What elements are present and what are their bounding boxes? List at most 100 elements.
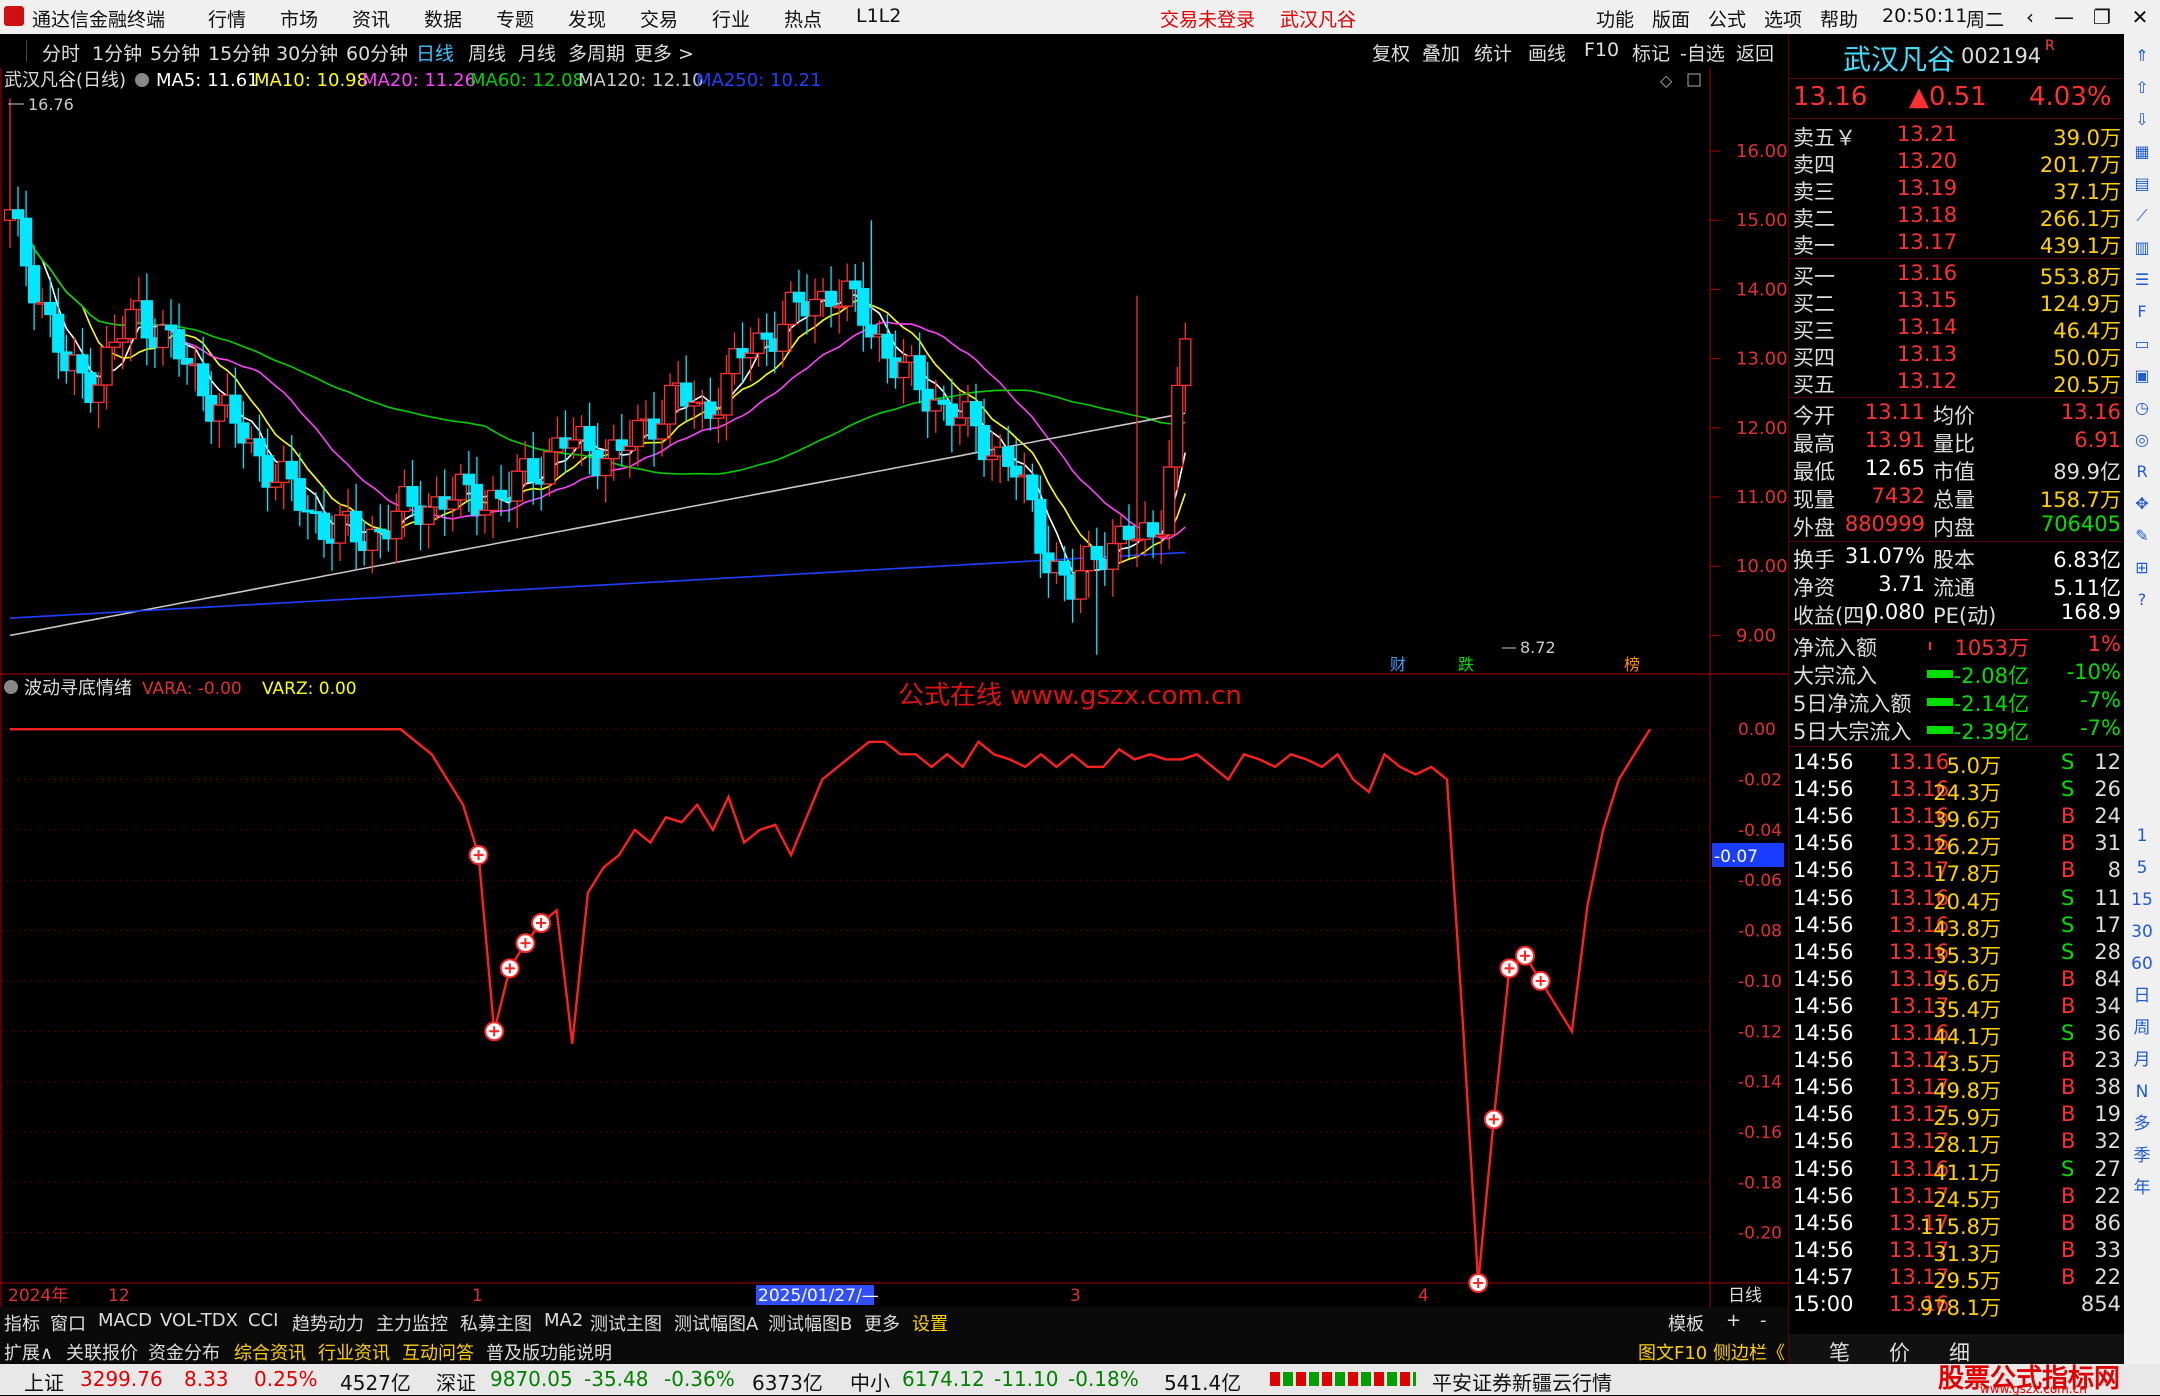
clock-icon[interactable]: ◷ (2130, 396, 2154, 420)
f10-icon[interactable]: F (2130, 300, 2154, 324)
sidebar-toggle[interactable]: 图文F10 侧边栏《 (1638, 1339, 1785, 1365)
sz-index-label[interactable]: 深证 (436, 1367, 476, 1396)
tab-test-b[interactable]: 测试幅图B (768, 1310, 852, 1336)
event-marker-rank[interactable]: 榜 (1624, 655, 1640, 674)
zx-index-label[interactable]: 中小 (850, 1367, 890, 1396)
minimize-icon[interactable]: — (2044, 2, 2084, 32)
period-shortcut[interactable]: 年 (2130, 1176, 2154, 1200)
tab-window[interactable]: 窗口 (50, 1310, 86, 1336)
menu-trade[interactable]: 交易 (640, 5, 678, 32)
action-stats[interactable]: 统计 (1474, 39, 1512, 66)
tab-qa[interactable]: 互动问答 (402, 1339, 474, 1365)
tab-macd[interactable]: MACD (98, 1310, 152, 1331)
more-tab[interactable]: 更多 > (634, 39, 694, 66)
tab-more[interactable]: 更多 (864, 1310, 900, 1336)
tab-prices[interactable]: 价 (1889, 1337, 1910, 1367)
menu-market[interactable]: 市场 (280, 5, 318, 32)
fs-icon[interactable]: ▣ (2130, 364, 2154, 388)
tab-remove[interactable]: - (1760, 1310, 1767, 1331)
menu-formula[interactable]: 公式 (1708, 5, 1746, 32)
login-status[interactable]: 交易未登录 (1160, 5, 1255, 32)
menu-data[interactable]: 数据 (424, 5, 462, 32)
period-shortcut[interactable]: 月 (2130, 1048, 2154, 1072)
menu-industry[interactable]: 行业 (712, 5, 750, 32)
restore-icon[interactable]: ❐ (2082, 2, 2122, 32)
menu-news[interactable]: 资讯 (352, 5, 390, 32)
up-icon[interactable]: ⇧ (2130, 76, 2154, 100)
menu-quote[interactable]: 行情 (208, 5, 246, 32)
tab-trades[interactable]: 笔 (1829, 1337, 1850, 1367)
period-tab[interactable]: 60分钟 (346, 39, 408, 66)
action-back[interactable]: 返回 (1736, 39, 1774, 66)
pen-icon[interactable]: ✎ (2130, 524, 2154, 548)
tab-ma2[interactable]: MA2 (544, 1310, 583, 1331)
tab-test-main[interactable]: 测试主图 (590, 1310, 662, 1336)
period-tab[interactable]: 月线 (518, 39, 556, 66)
table-icon[interactable]: ▤ (2130, 172, 2154, 196)
period-shortcut[interactable]: N (2130, 1080, 2154, 1104)
tab-add[interactable]: + (1726, 1310, 1741, 1331)
indicator-toggle-icon[interactable] (4, 680, 18, 694)
event-marker-drop[interactable]: 跌 (1458, 655, 1474, 674)
tab-capital[interactable]: 资金分布 (148, 1339, 220, 1365)
axis-mode-label[interactable]: 日线 (1728, 1286, 1762, 1306)
tab-trend[interactable]: 趋势动力 (292, 1310, 364, 1336)
tab-private[interactable]: 私募主图 (460, 1310, 532, 1336)
menu-discover[interactable]: 发现 (568, 5, 606, 32)
period-shortcut[interactable]: 多 (2130, 1112, 2154, 1136)
tab-test-a[interactable]: 测试幅图A (674, 1310, 758, 1336)
period-tab[interactable]: 30分钟 (276, 39, 338, 66)
tab-settings[interactable]: 设置 (912, 1310, 948, 1336)
action-overlay[interactable]: 叠加 (1422, 39, 1460, 66)
bar-chart-icon[interactable]: ▥ (2130, 236, 2154, 260)
line-chart-icon[interactable]: ⟋ (2130, 204, 2154, 228)
action-f10[interactable]: F10 (1584, 39, 1619, 61)
menu-hot[interactable]: 热点 (784, 5, 822, 32)
period-shortcut[interactable]: 日 (2130, 984, 2154, 1008)
tab-industry-news[interactable]: 行业资讯 (318, 1339, 390, 1365)
action-restore-rights[interactable]: 复权 (1372, 39, 1410, 66)
menu-l1l2[interactable]: L1L2 (856, 5, 901, 27)
period-tab[interactable]: 15分钟 (208, 39, 270, 66)
menu-options[interactable]: 选项 (1764, 5, 1802, 32)
sh-index-label[interactable]: 上证 (24, 1367, 64, 1396)
grid-icon[interactable]: ▦ (2130, 140, 2154, 164)
document-icon[interactable]: ▭ (2130, 332, 2154, 356)
tab-vol[interactable]: VOL-TDX (160, 1310, 238, 1331)
period-shortcut[interactable]: 30 (2130, 920, 2154, 944)
tab-monitor[interactable]: 主力监控 (376, 1310, 448, 1336)
menu-topic[interactable]: 专题 (496, 5, 534, 32)
tab-news[interactable]: 综合资讯 (234, 1339, 306, 1365)
period-shortcut[interactable]: 1 (2130, 824, 2154, 848)
up-arrow-icon[interactable]: ⇑ (2130, 44, 2154, 68)
list-icon[interactable]: ☰ (2130, 268, 2154, 292)
rsi-icon[interactable]: R (2130, 460, 2154, 484)
period-shortcut[interactable]: 60 (2130, 952, 2154, 976)
menu-function[interactable]: 功能 (1596, 5, 1634, 32)
help-icon[interactable]: ? (2130, 588, 2154, 612)
period-shortcut[interactable]: 季 (2130, 1144, 2154, 1168)
tab-help[interactable]: 普及版功能说明 (486, 1339, 612, 1365)
period-tab[interactable]: 周线 (468, 39, 506, 66)
diamond-icon[interactable]: ◇ (1660, 71, 1673, 90)
period-tab-active[interactable]: 日线 (416, 39, 454, 66)
menu-layout[interactable]: 版面 (1652, 5, 1690, 32)
period-shortcut[interactable]: 15 (2130, 888, 2154, 912)
tab-indicator[interactable]: 指标 (4, 1310, 40, 1336)
tab-cci[interactable]: CCI (248, 1310, 278, 1331)
action-watchlist[interactable]: -自选 (1680, 39, 1725, 66)
period-tab[interactable]: 1分钟 (92, 39, 142, 66)
period-tab[interactable]: 多周期 (568, 39, 625, 66)
down-icon[interactable]: ⇩ (2130, 108, 2154, 132)
period-shortcut[interactable]: 周 (2130, 1016, 2154, 1040)
period-tab[interactable]: 5分钟 (150, 39, 200, 66)
action-mark[interactable]: 标记 (1632, 39, 1670, 66)
fs2-icon[interactable]: ⊞ (2130, 556, 2154, 580)
move-icon[interactable]: ✥ (2130, 492, 2154, 516)
period-shortcut[interactable]: 5 (2130, 856, 2154, 880)
tab-template[interactable]: 模板 (1668, 1310, 1704, 1336)
event-marker-finance[interactable]: 财 (1390, 655, 1406, 674)
tab-related[interactable]: 关联报价 (66, 1339, 138, 1365)
chart-area[interactable]: 武汉凡谷(日线) MA5: 11.61 MA10: 10.98 MA20: 11… (0, 68, 1788, 1308)
close-icon[interactable]: ✕ (2120, 2, 2160, 32)
